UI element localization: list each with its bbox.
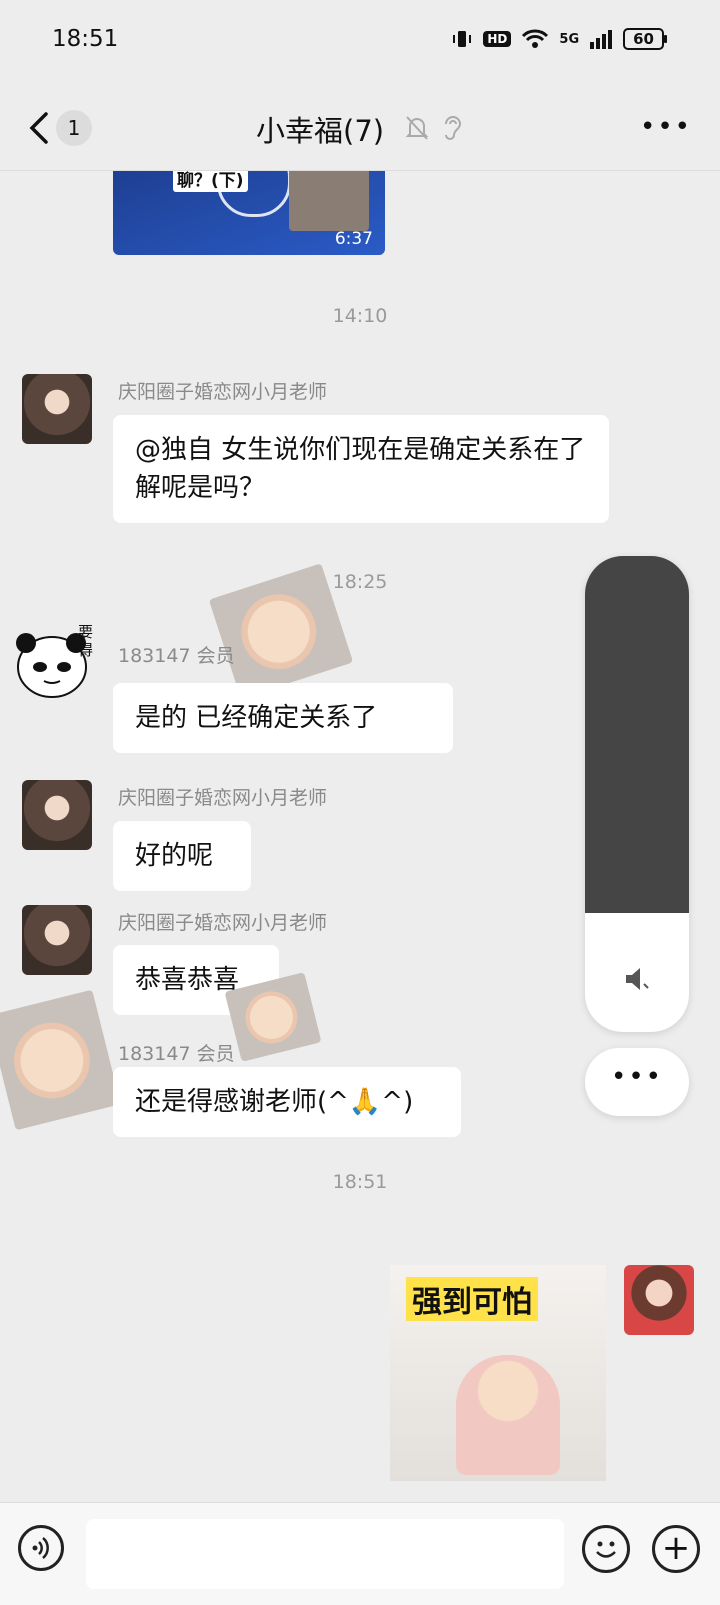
baby-sticker-avatar[interactable]	[0, 989, 121, 1131]
timestamp: 14:10	[332, 305, 388, 327]
more-icon[interactable]: •••	[640, 114, 692, 140]
plus-icon[interactable]: +	[652, 1525, 700, 1573]
self-avatar[interactable]	[624, 1265, 694, 1335]
avatar[interactable]	[22, 780, 92, 850]
back-icon[interactable]	[24, 108, 54, 148]
hd-badge: HD	[483, 31, 512, 47]
panda-caption: 要得	[78, 623, 94, 659]
video-presenter-image	[289, 171, 369, 231]
speaker-icon[interactable]	[622, 964, 652, 994]
ear-icon	[445, 116, 462, 140]
volume-more-button[interactable]: •••	[585, 1048, 689, 1116]
sticker-caption: 强到可怕	[406, 1277, 538, 1321]
status-bar: 18:51 HD 5G 60	[0, 0, 720, 86]
mute-bell-icon	[405, 116, 429, 140]
vibrate-icon	[453, 31, 472, 47]
volume-level-fill	[585, 556, 689, 913]
battery-indicator: 60	[623, 28, 667, 50]
avatar[interactable]	[22, 905, 92, 975]
message-bubble[interactable]: 是的 已经确定关系了	[113, 683, 453, 753]
volume-slider[interactable]	[585, 556, 689, 1032]
message-bubble[interactable]: @独自 女生说你们现在是确定关系在了解呢是吗？	[113, 415, 609, 523]
status-time: 18:51	[52, 26, 119, 52]
avatar[interactable]	[22, 374, 92, 444]
signal-icon	[590, 30, 613, 49]
sender-name: 庆阳圈子婚恋网小月老师	[118, 787, 328, 809]
sticker-message[interactable]: 强到可怕	[390, 1265, 606, 1481]
video-thumb-text: 聊？(下)	[173, 171, 248, 192]
baby-image	[456, 1355, 560, 1475]
wifi-icon	[522, 29, 549, 48]
voice-icon[interactable]	[18, 1525, 64, 1571]
video-duration: 6:37	[334, 229, 373, 249]
sender-name: 183147 会员	[118, 645, 235, 667]
sender-name: 庆阳圈子婚恋网小月老师	[118, 381, 328, 403]
video-message[interactable]: 聊？(下) 6:37	[113, 171, 385, 255]
page-title: 小幸福(7)	[256, 114, 385, 148]
sender-name: 183147 会员	[118, 1043, 235, 1065]
unread-count-badge[interactable]: 1	[56, 110, 92, 146]
input-bar: +	[0, 1502, 720, 1605]
emoji-icon[interactable]	[582, 1525, 630, 1573]
timestamp: 18:51	[332, 1171, 388, 1193]
network-label: 5G	[559, 31, 580, 47]
status-icons: HD 5G 60	[451, 28, 667, 50]
sender-name: 庆阳圈子婚恋网小月老师	[118, 912, 328, 934]
message-bubble[interactable]: 还是得感谢老师(^🙏^)	[113, 1067, 461, 1137]
message-bubble[interactable]: 好的呢	[113, 821, 251, 891]
chat-header: 1 小幸福(7) •••	[0, 86, 720, 171]
message-input[interactable]	[86, 1519, 564, 1589]
